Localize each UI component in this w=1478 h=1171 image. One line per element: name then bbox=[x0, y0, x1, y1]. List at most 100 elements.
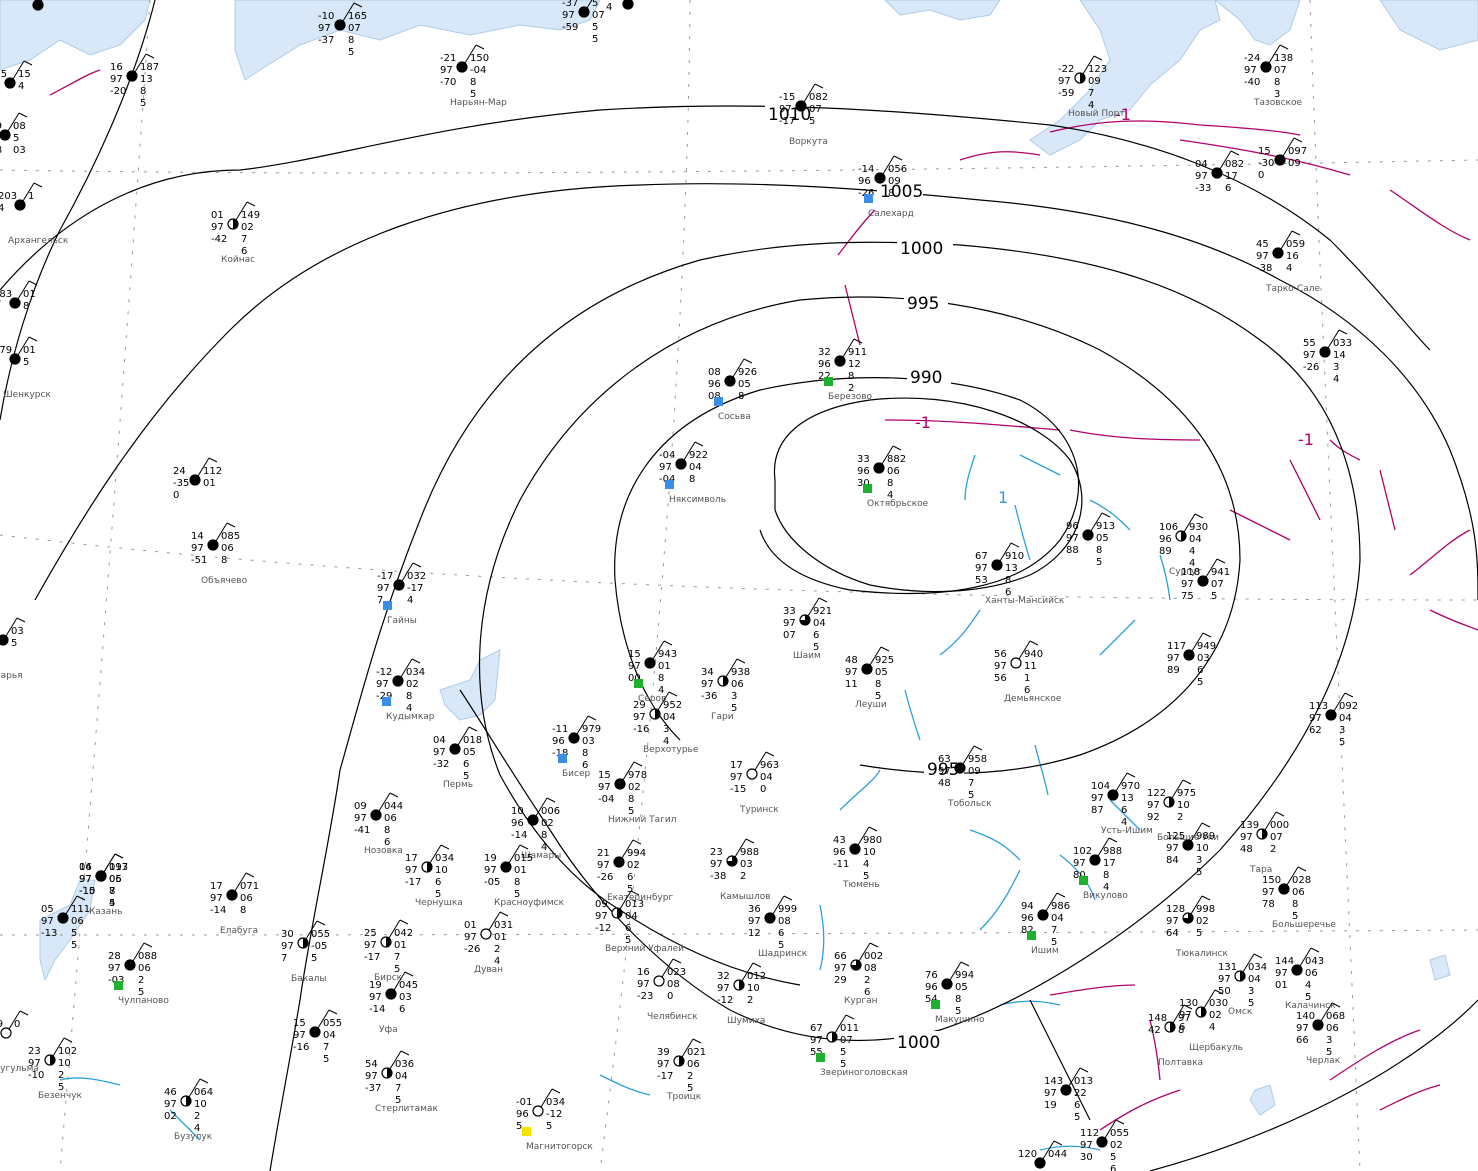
isobar-label-1005: 1005 bbox=[880, 182, 923, 202]
station-top-3-value-0: -04 bbox=[606, 0, 622, 1]
station-чернушка-value-5: 6 bbox=[435, 877, 441, 888]
station-кудымкар-value-1: 034 bbox=[406, 667, 425, 678]
station-гайны-label: Гайны bbox=[387, 616, 417, 626]
station-черлак-value-4: 66 bbox=[1296, 1035, 1309, 1046]
station-черлак-value-0: 140 bbox=[1296, 1011, 1315, 1022]
station-east-4-value-1: 913 bbox=[1096, 521, 1115, 532]
station-left-3-value-4: 208 bbox=[0, 145, 2, 156]
station-чулпаново-value-5: 2 bbox=[138, 975, 144, 986]
station-east-7-value-1: 092 bbox=[1339, 701, 1358, 712]
station-демьянское-label: Демьянское bbox=[1004, 694, 1062, 704]
station-демьянское-value-3: 11 bbox=[1024, 661, 1037, 672]
station-тобольск-value-1: 958 bbox=[968, 754, 987, 765]
station-дуван-value-1: 031 bbox=[494, 920, 513, 931]
station-чернушка-label: Чернушка bbox=[415, 898, 463, 908]
station-березово-marker-square bbox=[824, 377, 833, 386]
station-east-1-value-4: -33 bbox=[1195, 183, 1211, 194]
station-воркута-value-5: 5 bbox=[809, 116, 815, 127]
station-бисер-value-0: -11 bbox=[552, 724, 568, 735]
station-бузулук-value-3: 10 bbox=[194, 1099, 207, 1110]
station-стерлитамак-value-5: 7 bbox=[395, 1083, 401, 1094]
station-стерлитамак-value-4: -37 bbox=[365, 1083, 381, 1094]
station-east-6-value-3: 03 bbox=[1197, 653, 1210, 664]
station-новый-порт-value-3: 09 bbox=[1088, 76, 1101, 87]
station-бирск-value-3: 01 bbox=[394, 940, 407, 951]
station-макушино-value-0: 76 bbox=[925, 970, 938, 981]
station-гайны-value-5: 4 bbox=[407, 595, 413, 606]
station-курган-value-4: 29 bbox=[834, 975, 847, 986]
station-гайны-value-0: -17 bbox=[377, 571, 393, 582]
station-ишим-marker-square bbox=[1027, 931, 1036, 940]
station-east-6-value-6: 5 bbox=[1197, 677, 1203, 688]
station-left-6-value-4: -10 bbox=[79, 886, 95, 897]
station-east-1-value-1: 082 bbox=[1225, 159, 1244, 170]
station-дуван-label: Дуван bbox=[474, 965, 503, 975]
station-шарья-value-1: 03 bbox=[11, 626, 24, 637]
station-чулпаново-label: Чулпаново bbox=[118, 996, 169, 1006]
station-архангельск-label: Архангельск bbox=[8, 236, 69, 246]
station-тюмень-value-0: 43 bbox=[833, 835, 846, 846]
station-новый-порт-value-4: -59 bbox=[1058, 88, 1074, 99]
station-шадринск-value-4: 12 bbox=[748, 928, 761, 939]
station-east-5-value-3: 07 bbox=[1211, 579, 1224, 590]
station-койнас-value-4: -42 bbox=[211, 234, 227, 245]
station-камышлов-value-2: 97 bbox=[710, 859, 723, 870]
isobar-label-990: 990 bbox=[910, 368, 942, 388]
station-тюмень-label: Тюмень bbox=[842, 880, 880, 890]
station-сургут-value-4: 89 bbox=[1159, 546, 1172, 557]
station-шадринск-value-3: 08 bbox=[778, 916, 791, 927]
station-омск-value-2: 97 bbox=[1218, 974, 1231, 985]
station-нозовка-value-2: 97 bbox=[354, 813, 367, 824]
station-троицк-value-0: 39 bbox=[657, 1047, 670, 1058]
isobar-label-1000-south: 1000 bbox=[897, 1033, 940, 1053]
station-челябинск-value-5: 0 bbox=[667, 991, 673, 1002]
station-уфа-value-5: 6 bbox=[399, 1004, 405, 1015]
station-left-7-value-4: -13 bbox=[41, 928, 57, 939]
station-березово-label: Березово bbox=[828, 392, 873, 402]
station-бисер-label: Бисер bbox=[562, 769, 591, 779]
station-mid-west-value-4: 0 bbox=[173, 490, 179, 501]
station-east-8-value-6: 5 bbox=[1196, 867, 1202, 878]
station-тазовское-label: Тазовское bbox=[1253, 98, 1302, 108]
station-новый-порт-value-0: -22 bbox=[1058, 64, 1074, 75]
station-east-7-value-3: 04 bbox=[1339, 713, 1352, 724]
station-east-8-value-0: 125 bbox=[1166, 831, 1185, 842]
station-тазовское-value-4: -40 bbox=[1244, 77, 1260, 88]
station-ханты-мансийск-value-2: 97 bbox=[975, 563, 988, 574]
station-ханты-мансийск-value-3: 13 bbox=[1005, 563, 1018, 574]
station-тарко-сале-value-3: 16 bbox=[1286, 251, 1299, 262]
station-екатеринбург-value-5: 6 bbox=[627, 872, 633, 883]
station-макушино-value-1: 994 bbox=[955, 970, 974, 981]
station-гари-value-3: 06 bbox=[731, 679, 744, 690]
station-елабуга-value-1: 071 bbox=[240, 881, 259, 892]
station-тазовское-value-3: 07 bbox=[1274, 65, 1287, 76]
station-елабуга-value-2: 97 bbox=[210, 893, 223, 904]
station-няксимволь-value-3: 04 bbox=[689, 462, 702, 473]
station-березово-value-3: 12 bbox=[848, 359, 861, 370]
station-гайны-value-3: -17 bbox=[407, 583, 423, 594]
station-east-2-value-4: 0 bbox=[1258, 170, 1264, 181]
station-нарьян-мар-value-0: -21 bbox=[440, 53, 456, 64]
station-усть-ишим-value-1: 970 bbox=[1121, 781, 1140, 792]
station-тюмень-value-1: 980 bbox=[863, 835, 882, 846]
station-east-6-value-2: 97 bbox=[1167, 653, 1180, 664]
station-верхний-уфалей-label: Верхний Уфалей bbox=[605, 944, 684, 954]
station-тюкалинск-label: Тюкалинск bbox=[1175, 949, 1228, 959]
station-калачинск-value-0: 144 bbox=[1275, 956, 1294, 967]
station-магнитогорск-value-0: -01 bbox=[516, 1097, 532, 1108]
station-чернушка-value-1: 034 bbox=[435, 853, 454, 864]
station-нижний-тагил-value-2: 97 bbox=[598, 782, 611, 793]
station-left-6-value-1: 113 bbox=[109, 862, 128, 873]
station-казань-label: Казань bbox=[89, 907, 122, 917]
station-архангельск-value-2: 4 bbox=[0, 203, 4, 214]
station-top-left-value-1: 6 bbox=[46, 0, 52, 2]
station-шадринск-value-1: 999 bbox=[778, 904, 797, 915]
station-south-2-value-2: 97 bbox=[1044, 1088, 1057, 1099]
station-тюмень-value-4: -11 bbox=[833, 859, 849, 870]
station-шаим-value-4: 07 bbox=[783, 630, 796, 641]
station-нарьян-мар-value-4: -70 bbox=[440, 77, 456, 88]
station-уфа-value-1: 045 bbox=[399, 980, 418, 991]
station-шарья-label: Шарья bbox=[0, 671, 23, 681]
station-тобольск-label: Тобольск bbox=[947, 799, 992, 809]
station-большие-уки-value-0: 122 bbox=[1147, 788, 1166, 799]
